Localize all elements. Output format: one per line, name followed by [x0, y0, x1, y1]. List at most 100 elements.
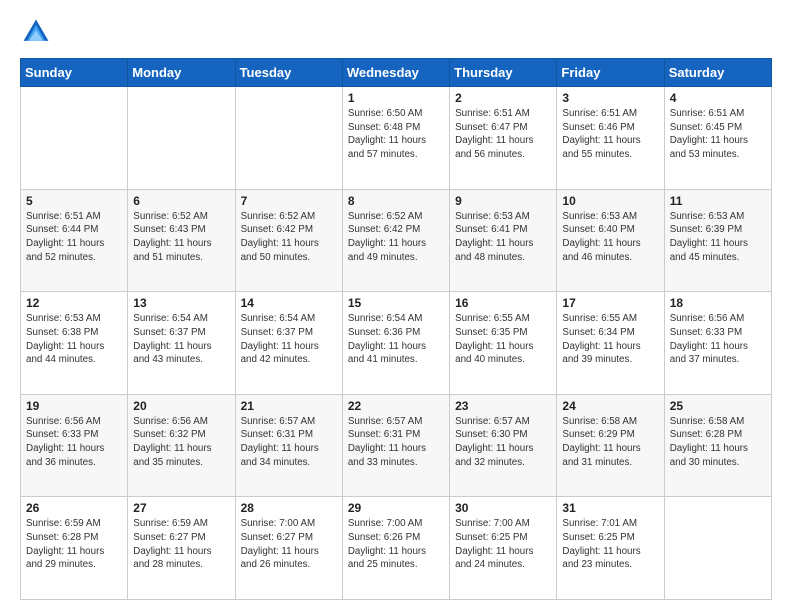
day-number: 19: [26, 399, 122, 413]
weekday-row: SundayMondayTuesdayWednesdayThursdayFrid…: [21, 59, 772, 87]
day-number: 25: [670, 399, 766, 413]
day-number: 22: [348, 399, 444, 413]
day-cell: 20 Sunrise: 6:56 AM Sunset: 6:32 PM Dayli…: [128, 394, 235, 497]
day-number: 8: [348, 194, 444, 208]
day-cell: 1 Sunrise: 6:50 AM Sunset: 6:48 PM Daylig…: [342, 87, 449, 190]
day-number: 15: [348, 296, 444, 310]
day-cell: [235, 87, 342, 190]
day-cell: 13Sunrise: 6:54 AM Sunset: 6:37 PM Dayli…: [128, 292, 235, 395]
day-cell: [21, 87, 128, 190]
day-info: Sunrise: 6:52 AM Sunset: 6:42 PM Dayligh…: [241, 210, 337, 265]
day-cell: 22 Sunrise: 6:57 AM Sunset: 6:31 PM Dayli…: [342, 394, 449, 497]
day-info: Sunrise: 6:52 AM Sunset: 6:42 PM Dayligh…: [348, 210, 444, 265]
day-number: 18: [670, 296, 766, 310]
day-info: Sunrise: 6:56 AM Sunset: 6:33 PM Dayligh…: [670, 312, 766, 367]
day-number: 20: [133, 399, 229, 413]
day-number: 1: [348, 91, 444, 105]
day-info: Sunrise: 6:51 AM Sunset: 6:44 PM Dayligh…: [26, 210, 122, 265]
day-info: Sunrise: 6:50 AM Sunset: 6:48 PM Dayligh…: [348, 107, 444, 162]
day-cell: 12 Sunrise: 6:53 AM Sunset: 6:38 PM Dayli…: [21, 292, 128, 395]
day-cell: 2 Sunrise: 6:51 AM Sunset: 6:47 PM Daylig…: [450, 87, 557, 190]
day-cell: 16Sunrise: 6:55 AM Sunset: 6:35 PM Dayli…: [450, 292, 557, 395]
day-cell: [664, 497, 771, 600]
logo-icon: [20, 16, 52, 48]
day-number: 21: [241, 399, 337, 413]
day-info: Sunrise: 6:59 AM Sunset: 6:28 PM Dayligh…: [26, 517, 122, 572]
day-info: Sunrise: 7:00 AM Sunset: 6:25 PM Dayligh…: [455, 517, 551, 572]
day-info: Sunrise: 6:53 AM Sunset: 6:41 PM Dayligh…: [455, 210, 551, 265]
day-number: 27: [133, 501, 229, 515]
weekday-header-monday: Monday: [128, 59, 235, 87]
day-info: Sunrise: 6:58 AM Sunset: 6:29 PM Dayligh…: [562, 415, 658, 470]
day-cell: 11 Sunrise: 6:53 AM Sunset: 6:39 PM Dayli…: [664, 189, 771, 292]
day-cell: 9Sunrise: 6:53 AM Sunset: 6:41 PM Daylig…: [450, 189, 557, 292]
calendar-body: 1 Sunrise: 6:50 AM Sunset: 6:48 PM Daylig…: [21, 87, 772, 600]
page: SundayMondayTuesdayWednesdayThursdayFrid…: [0, 0, 792, 612]
day-info: Sunrise: 7:01 AM Sunset: 6:25 PM Dayligh…: [562, 517, 658, 572]
day-info: Sunrise: 6:53 AM Sunset: 6:40 PM Dayligh…: [562, 210, 658, 265]
weekday-header-wednesday: Wednesday: [342, 59, 449, 87]
weekday-header-friday: Friday: [557, 59, 664, 87]
day-cell: [128, 87, 235, 190]
day-info: Sunrise: 6:55 AM Sunset: 6:35 PM Dayligh…: [455, 312, 551, 367]
day-number: 2: [455, 91, 551, 105]
day-number: 7: [241, 194, 337, 208]
day-number: 5: [26, 194, 122, 208]
day-number: 14: [241, 296, 337, 310]
day-number: 31: [562, 501, 658, 515]
day-cell: 3 Sunrise: 6:51 AM Sunset: 6:46 PM Daylig…: [557, 87, 664, 190]
day-cell: 21 Sunrise: 6:57 AM Sunset: 6:31 PM Dayli…: [235, 394, 342, 497]
day-number: 28: [241, 501, 337, 515]
day-info: Sunrise: 6:56 AM Sunset: 6:33 PM Dayligh…: [26, 415, 122, 470]
day-cell: 10Sunrise: 6:53 AM Sunset: 6:40 PM Dayli…: [557, 189, 664, 292]
day-cell: 14 Sunrise: 6:54 AM Sunset: 6:37 PM Dayli…: [235, 292, 342, 395]
day-info: Sunrise: 6:57 AM Sunset: 6:31 PM Dayligh…: [348, 415, 444, 470]
calendar-header: SundayMondayTuesdayWednesdayThursdayFrid…: [21, 59, 772, 87]
day-cell: 26 Sunrise: 6:59 AM Sunset: 6:28 PM Dayli…: [21, 497, 128, 600]
week-row-3: 12 Sunrise: 6:53 AM Sunset: 6:38 PM Dayli…: [21, 292, 772, 395]
week-row-1: 1 Sunrise: 6:50 AM Sunset: 6:48 PM Daylig…: [21, 87, 772, 190]
day-info: Sunrise: 6:56 AM Sunset: 6:32 PM Dayligh…: [133, 415, 229, 470]
day-cell: 17Sunrise: 6:55 AM Sunset: 6:34 PM Dayli…: [557, 292, 664, 395]
calendar-table: SundayMondayTuesdayWednesdayThursdayFrid…: [20, 58, 772, 600]
day-cell: 18 Sunrise: 6:56 AM Sunset: 6:33 PM Dayli…: [664, 292, 771, 395]
day-info: Sunrise: 6:54 AM Sunset: 6:37 PM Dayligh…: [241, 312, 337, 367]
day-number: 30: [455, 501, 551, 515]
day-cell: 28 Sunrise: 7:00 AM Sunset: 6:27 PM Dayli…: [235, 497, 342, 600]
day-info: Sunrise: 6:57 AM Sunset: 6:31 PM Dayligh…: [241, 415, 337, 470]
day-number: 6: [133, 194, 229, 208]
header: [20, 16, 772, 48]
day-cell: 19 Sunrise: 6:56 AM Sunset: 6:33 PM Dayli…: [21, 394, 128, 497]
day-info: Sunrise: 7:00 AM Sunset: 6:26 PM Dayligh…: [348, 517, 444, 572]
day-cell: 7 Sunrise: 6:52 AM Sunset: 6:42 PM Daylig…: [235, 189, 342, 292]
day-number: 11: [670, 194, 766, 208]
day-cell: 5 Sunrise: 6:51 AM Sunset: 6:44 PM Daylig…: [21, 189, 128, 292]
day-number: 12: [26, 296, 122, 310]
day-cell: 24 Sunrise: 6:58 AM Sunset: 6:29 PM Dayli…: [557, 394, 664, 497]
weekday-header-sunday: Sunday: [21, 59, 128, 87]
day-info: Sunrise: 6:53 AM Sunset: 6:39 PM Dayligh…: [670, 210, 766, 265]
day-number: 24: [562, 399, 658, 413]
day-number: 3: [562, 91, 658, 105]
week-row-4: 19 Sunrise: 6:56 AM Sunset: 6:33 PM Dayli…: [21, 394, 772, 497]
day-cell: 15 Sunrise: 6:54 AM Sunset: 6:36 PM Dayli…: [342, 292, 449, 395]
day-info: Sunrise: 6:54 AM Sunset: 6:36 PM Dayligh…: [348, 312, 444, 367]
day-cell: 8 Sunrise: 6:52 AM Sunset: 6:42 PM Daylig…: [342, 189, 449, 292]
day-cell: 29Sunrise: 7:00 AM Sunset: 6:26 PM Dayli…: [342, 497, 449, 600]
day-cell: 6Sunrise: 6:52 AM Sunset: 6:43 PM Daylig…: [128, 189, 235, 292]
day-number: 17: [562, 296, 658, 310]
day-info: Sunrise: 7:00 AM Sunset: 6:27 PM Dayligh…: [241, 517, 337, 572]
day-info: Sunrise: 6:51 AM Sunset: 6:47 PM Dayligh…: [455, 107, 551, 162]
day-number: 4: [670, 91, 766, 105]
week-row-5: 26 Sunrise: 6:59 AM Sunset: 6:28 PM Dayli…: [21, 497, 772, 600]
day-number: 23: [455, 399, 551, 413]
weekday-header-thursday: Thursday: [450, 59, 557, 87]
day-info: Sunrise: 6:58 AM Sunset: 6:28 PM Dayligh…: [670, 415, 766, 470]
day-info: Sunrise: 6:51 AM Sunset: 6:46 PM Dayligh…: [562, 107, 658, 162]
weekday-header-tuesday: Tuesday: [235, 59, 342, 87]
day-info: Sunrise: 6:53 AM Sunset: 6:38 PM Dayligh…: [26, 312, 122, 367]
weekday-header-saturday: Saturday: [664, 59, 771, 87]
day-number: 26: [26, 501, 122, 515]
day-cell: 25 Sunrise: 6:58 AM Sunset: 6:28 PM Dayli…: [664, 394, 771, 497]
day-info: Sunrise: 6:54 AM Sunset: 6:37 PM Dayligh…: [133, 312, 229, 367]
